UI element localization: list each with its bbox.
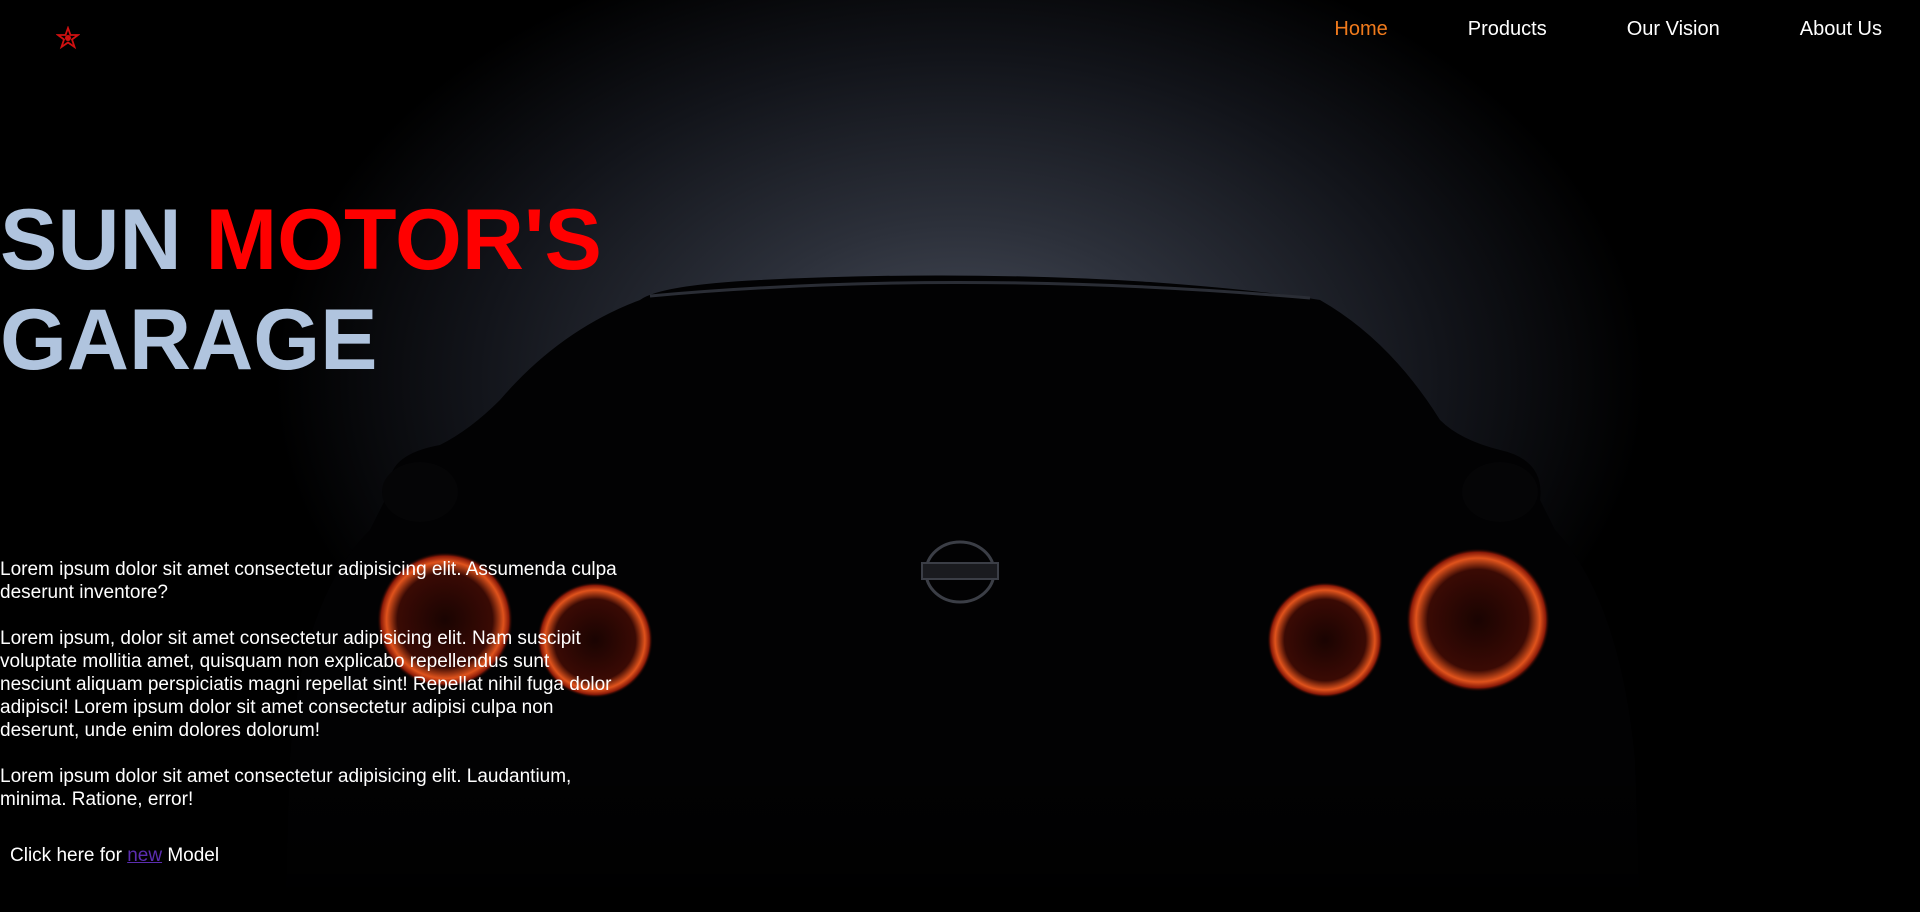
page: Home Products Our Vision About Us SUN MO… xyxy=(0,0,1920,912)
hero-title: SUN MOTOR'S GARAGE xyxy=(0,190,602,390)
hero-paragraph-3: Lorem ipsum dolor sit amet consectetur a… xyxy=(0,766,572,810)
main-nav: Home Products Our Vision About Us xyxy=(1254,17,1882,41)
new-model-link[interactable]: new xyxy=(127,845,162,866)
nav-home-link[interactable]: Home xyxy=(1334,17,1387,41)
title-sun: SUN xyxy=(0,192,182,288)
title-garage: GARAGE xyxy=(0,292,378,388)
cta-prefix: Click here for xyxy=(10,845,122,866)
cta-line: Click here for new Model xyxy=(10,844,219,867)
title-motors: MOTOR'S xyxy=(205,192,602,288)
nav-products-link[interactable]: Products xyxy=(1468,17,1547,41)
nav-our-vision-link[interactable]: Our Vision xyxy=(1627,17,1720,41)
hero-paragraph-1: Lorem ipsum dolor sit amet consectetur a… xyxy=(0,559,617,603)
hero-paragraph-2: Lorem ipsum, dolor sit amet consectetur … xyxy=(0,628,612,741)
nav-about-us-link[interactable]: About Us xyxy=(1800,17,1882,41)
hero-copy: Lorem ipsum dolor sit amet consectetur a… xyxy=(0,558,620,834)
cta-suffix: Model xyxy=(167,845,220,866)
star-logo-icon[interactable] xyxy=(56,26,80,50)
